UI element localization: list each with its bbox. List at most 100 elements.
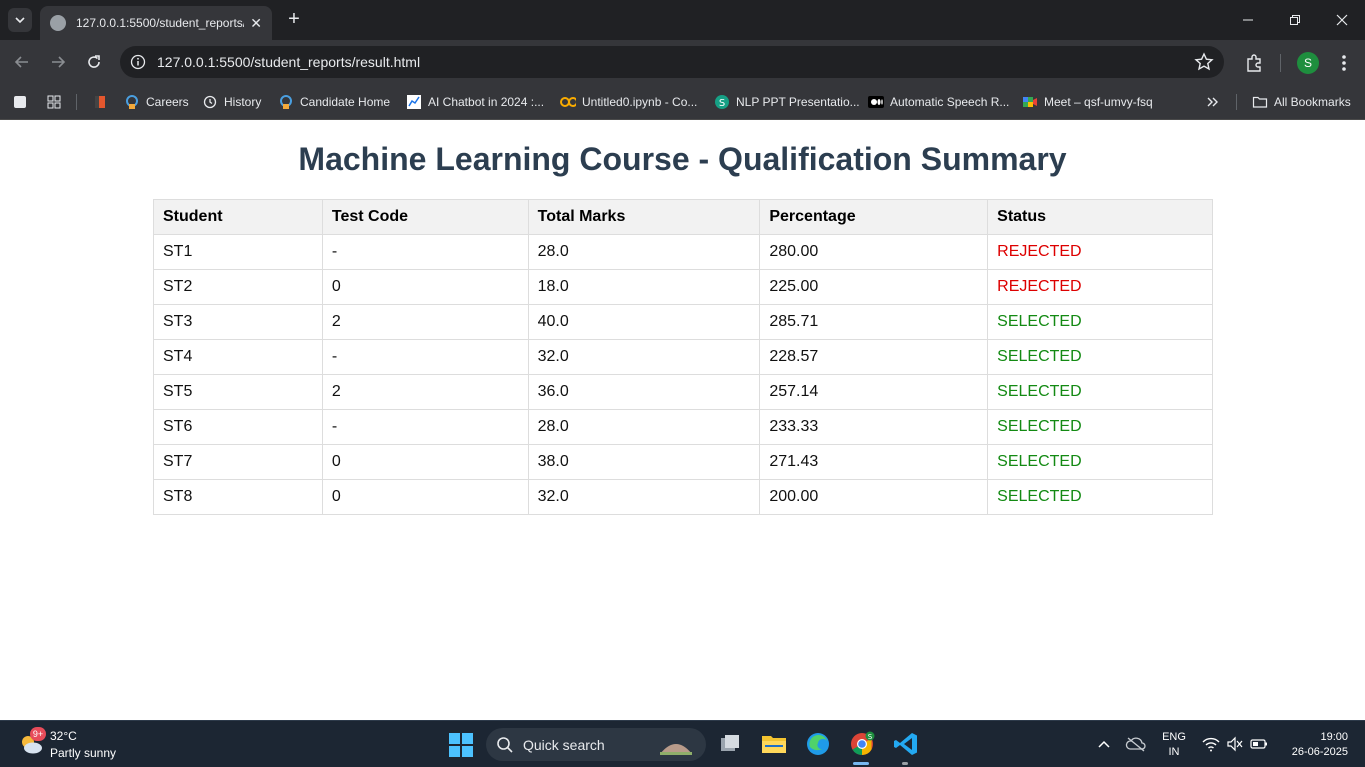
- page-title: Machine Learning Course - Qualification …: [298, 141, 1067, 177]
- bookmark-careers[interactable]: Careers: [124, 93, 189, 111]
- tab-strip: 127.0.0.1:5500/student_reports/ ✕ +: [0, 0, 1365, 40]
- chrome-button[interactable]: S: [848, 730, 876, 758]
- weather-description: Partly sunny: [50, 746, 117, 760]
- bookmark-label: Automatic Speech R...: [890, 95, 1010, 109]
- bookmark-office[interactable]: [92, 93, 114, 111]
- careers-logo-icon: [124, 94, 140, 110]
- taskbar-search[interactable]: Quick search: [486, 728, 706, 761]
- cell-status: SELECTED: [987, 444, 1213, 480]
- show-hidden-icons-button[interactable]: [1094, 734, 1114, 754]
- globe-icon: [50, 15, 66, 31]
- cell-student: ST6: [153, 409, 323, 445]
- cell-total-marks: 18.0: [527, 269, 761, 305]
- search-icon: [497, 737, 513, 753]
- restore-icon: [1289, 15, 1300, 25]
- cloud-off-icon: [1125, 737, 1146, 752]
- candidate-logo-icon: [278, 94, 294, 110]
- close-window-button[interactable]: [1318, 0, 1365, 40]
- cell-test-code: -: [321, 409, 529, 445]
- table-row: ST6-28.0 233.33 SELECTED: [153, 409, 1213, 445]
- taskbar: 9+ 32°C Partly sunny Quick search S ENG …: [0, 720, 1365, 767]
- extensions-button[interactable]: [1243, 52, 1265, 74]
- page-content: Machine Learning Course - Qualification …: [0, 121, 1365, 720]
- reload-button[interactable]: [82, 50, 106, 74]
- close-tab-icon[interactable]: ✕: [250, 15, 262, 32]
- back-button[interactable]: [10, 50, 34, 74]
- table-row: ST4-32.0 228.57 SELECTED: [153, 339, 1213, 375]
- all-bookmarks-button[interactable]: All Bookmarks: [1252, 93, 1351, 111]
- results-table-body: ST1-28.0 280.00 REJECTED ST2 0 18.0 225.00 REJE…: [153, 234, 1213, 515]
- vscode-button[interactable]: [892, 730, 920, 758]
- office-icon: [92, 94, 108, 110]
- onedrive-button[interactable]: [1124, 734, 1148, 754]
- profile-avatar[interactable]: S: [1297, 52, 1319, 74]
- system-clock[interactable]: 19:00 26-06-2025: [1280, 730, 1348, 760]
- edge-icon: [807, 733, 829, 755]
- bookmark-candidate-home[interactable]: Candidate Home: [278, 93, 390, 111]
- tab-search-button[interactable]: [8, 8, 32, 32]
- chrome-active-indicator: [853, 762, 869, 765]
- puzzle-icon: [1247, 54, 1261, 72]
- region-code: IN: [1168, 746, 1180, 758]
- slides-icon: S: [714, 94, 730, 110]
- table-row: ST1-28.0 280.00 REJECTED: [153, 234, 1213, 270]
- close-icon: [1336, 14, 1347, 26]
- cell-percentage: 233.33: [759, 409, 989, 445]
- task-view-button[interactable]: [716, 730, 744, 758]
- more-bookmarks-button[interactable]: [1204, 93, 1226, 111]
- clock-time: 19:00: [1320, 731, 1348, 743]
- address-bar[interactable]: 127.0.0.1:5500/student_reports/result.ht…: [120, 46, 1224, 78]
- bookmark-label: Careers: [146, 95, 189, 109]
- wifi-button[interactable]: [1200, 734, 1222, 754]
- cell-test-code: 0: [321, 444, 529, 480]
- site-info-icon[interactable]: [130, 54, 146, 70]
- reload-icon: [88, 55, 100, 68]
- cell-test-code: -: [321, 339, 529, 375]
- bookmark-meet[interactable]: Meet – qsf-umvy-fsq: [1022, 93, 1153, 111]
- url-text: 127.0.0.1:5500/student_reports/result.ht…: [157, 54, 421, 70]
- bookmark-speech[interactable]: Automatic Speech R...: [868, 93, 1009, 111]
- bookmark-history[interactable]: History: [202, 93, 261, 111]
- cell-total-marks: 28.0: [527, 234, 761, 270]
- edge-button[interactable]: [804, 730, 832, 758]
- cell-student: ST1: [153, 234, 323, 270]
- column-header-status: Status: [987, 199, 1213, 235]
- forward-button[interactable]: [46, 50, 70, 74]
- cell-status: SELECTED: [987, 479, 1213, 515]
- cell-total-marks: 38.0: [527, 444, 761, 480]
- bookmark-nlp-ppt[interactable]: S NLP PPT Presentatio...: [714, 93, 860, 111]
- cell-student: ST7: [153, 444, 323, 480]
- cell-status: SELECTED: [987, 304, 1213, 340]
- bookmark-colab[interactable]: Untitled0.ipynb - Co...: [560, 93, 697, 111]
- bookmark-ai-chatbot[interactable]: AI Chatbot in 2024 :...: [406, 93, 544, 111]
- new-tab-button[interactable]: +: [282, 8, 306, 32]
- volume-button[interactable]: [1224, 734, 1246, 754]
- medium-icon: [868, 94, 884, 110]
- cell-student: ST8: [153, 479, 323, 515]
- cell-percentage: 225.00: [759, 269, 989, 305]
- bookmark-label: NLP PPT Presentatio...: [736, 95, 860, 109]
- toolbar-divider: [1280, 54, 1281, 72]
- bookmark-star-icon[interactable]: [1194, 52, 1214, 72]
- chevron-up-icon: [1098, 740, 1110, 748]
- apps-button[interactable]: [46, 93, 68, 111]
- sidebar-toggle[interactable]: [12, 93, 34, 111]
- more-menu-icon[interactable]: [1334, 50, 1354, 76]
- language-indicator[interactable]: ENG IN: [1160, 730, 1188, 760]
- restore-button[interactable]: [1271, 0, 1318, 40]
- cell-test-code: -: [321, 234, 529, 270]
- cell-percentage: 280.00: [759, 234, 989, 270]
- battery-button[interactable]: [1248, 734, 1270, 754]
- all-bookmarks-label: All Bookmarks: [1274, 95, 1351, 109]
- active-tab[interactable]: 127.0.0.1:5500/student_reports/ ✕: [40, 6, 272, 40]
- windows-start-icon[interactable]: [448, 732, 474, 758]
- weather-temperature: 32°C: [50, 729, 77, 743]
- battery-icon: [1250, 739, 1267, 749]
- table-row: ST2 0 18.0 225.00 REJECTED: [153, 269, 1213, 305]
- file-explorer-button[interactable]: [760, 730, 788, 758]
- minimize-button[interactable]: [1224, 0, 1271, 40]
- apps-grid-icon: [46, 94, 62, 110]
- column-header-test-code: Test Code: [321, 199, 529, 235]
- cell-percentage: 200.00: [759, 479, 989, 515]
- cell-total-marks: 36.0: [527, 374, 761, 410]
